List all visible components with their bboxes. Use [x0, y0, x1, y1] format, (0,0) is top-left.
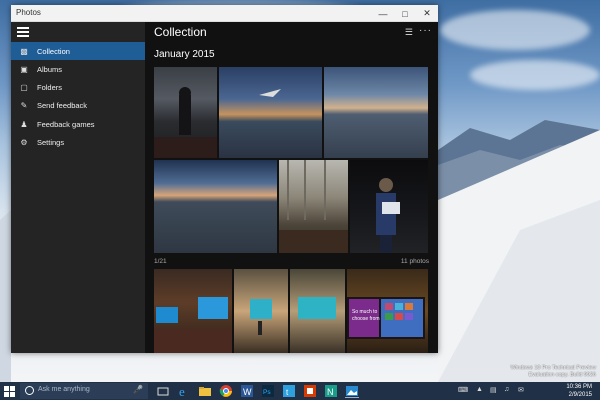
- notifications-icon[interactable]: ▲: [476, 386, 483, 393]
- maximize-button[interactable]: □: [394, 5, 416, 22]
- page-counter: 1/21: [154, 258, 167, 265]
- volume-icon[interactable]: ♫: [504, 386, 509, 393]
- nav-item-send-feedback[interactable]: ✎ Send feedback: [11, 96, 145, 114]
- office-icon[interactable]: [303, 384, 317, 398]
- window-title: Photos: [16, 8, 41, 17]
- clock-time: 10:36 PM: [566, 384, 592, 390]
- watermark-line: Evaluation copy. Build 9926: [528, 372, 596, 378]
- photo-count: 11 photos: [400, 258, 429, 265]
- folders-icon: ▢: [20, 82, 28, 92]
- select-icon[interactable]: ☰: [405, 27, 413, 38]
- nav-item-label: Feedback games: [37, 119, 95, 129]
- start-button[interactable]: [0, 382, 18, 400]
- photo-thumbnail[interactable]: [350, 160, 428, 253]
- cortana-icon: [25, 386, 34, 395]
- albums-icon: ▣: [20, 64, 28, 74]
- build-watermark: Windows 10 Pro Technical Preview Evaluat…: [511, 365, 597, 379]
- svg-text:e: e: [179, 384, 185, 398]
- nav-item-label: Albums: [37, 64, 63, 74]
- main-pane: Collection ☰ ··· January 2015 1/21 11 ph…: [145, 22, 438, 353]
- search-placeholder: Ask me anything: [38, 386, 90, 393]
- windows-logo-icon: [3, 385, 15, 397]
- photoshop-icon[interactable]: Ps: [261, 384, 275, 398]
- nav-item-folders[interactable]: ▢ Folders: [11, 78, 145, 96]
- nav-item-label: Settings: [37, 137, 65, 147]
- photos-app-icon[interactable]: [345, 384, 359, 398]
- nav-item-settings[interactable]: ⚙ Settings: [11, 133, 145, 151]
- page-title: Collection: [154, 25, 207, 39]
- nav-item-label: Folders: [37, 82, 63, 92]
- more-options-icon[interactable]: ···: [419, 25, 432, 36]
- photo-thumbnail[interactable]: [324, 67, 428, 158]
- photos-window: Photos — □ ✕ ▩ Collection ▣ Albums ▢ Fol…: [11, 5, 438, 353]
- title-bar[interactable]: Photos — □ ✕: [11, 5, 438, 22]
- network-icon[interactable]: ▤: [490, 386, 497, 394]
- feedback-icon: ✎: [20, 100, 28, 110]
- close-button[interactable]: ✕: [416, 5, 438, 22]
- photo-thumbnail[interactable]: [219, 67, 322, 158]
- hamburger-menu-icon[interactable]: [17, 27, 29, 37]
- nav-item-albums[interactable]: ▣ Albums: [11, 60, 145, 78]
- system-clock[interactable]: 10:36 PM 2/9/2015: [566, 383, 592, 399]
- photo-thumbnail[interactable]: [154, 160, 277, 253]
- photo-thumbnail[interactable]: [279, 160, 348, 253]
- svg-text:W: W: [243, 387, 252, 397]
- svg-text:N: N: [327, 387, 334, 397]
- photo-thumbnail[interactable]: [234, 269, 288, 353]
- cortana-search-box[interactable]: Ask me anything 🎤: [20, 383, 148, 399]
- taskbar: Ask me anything 🎤 e W Ps t N ⌨ ▲ ▤ ♫ ✉ 1…: [0, 382, 600, 400]
- twitter-icon[interactable]: t: [282, 384, 296, 398]
- collection-icon: ▩: [20, 46, 28, 56]
- watermark-line: Windows 10 Pro Technical Preview: [510, 365, 597, 371]
- nav-pane: ▩ Collection ▣ Albums ▢ Folders ✎ Send f…: [11, 22, 145, 353]
- nav-item-collection[interactable]: ▩ Collection: [11, 42, 145, 60]
- clock-date: 2/9/2015: [568, 392, 592, 398]
- onenote-icon[interactable]: N: [324, 384, 338, 398]
- word-icon[interactable]: W: [240, 384, 254, 398]
- action-center-icon[interactable]: ✉: [518, 386, 524, 394]
- svg-text:choose from: choose from: [352, 316, 380, 322]
- chrome-icon[interactable]: [219, 384, 233, 398]
- internet-explorer-icon[interactable]: e: [177, 384, 191, 399]
- microphone-icon[interactable]: 🎤: [133, 385, 143, 394]
- svg-text:So much to: So much to: [352, 309, 378, 315]
- games-icon: ♟: [20, 119, 28, 129]
- photo-thumbnail[interactable]: [154, 269, 232, 353]
- nav-item-feedback-games[interactable]: ♟ Feedback games: [11, 115, 145, 133]
- task-view-icon[interactable]: [156, 384, 170, 398]
- gear-icon: ⚙: [20, 137, 28, 147]
- file-explorer-icon[interactable]: [198, 384, 212, 398]
- nav-item-label: Collection: [37, 46, 70, 56]
- keyboard-icon[interactable]: ⌨: [458, 386, 468, 394]
- photo-thumbnail[interactable]: [290, 269, 345, 353]
- month-header: January 2015: [154, 49, 215, 60]
- photo-thumbnail[interactable]: So much to choose from: [347, 269, 428, 353]
- minimize-button[interactable]: —: [372, 5, 394, 22]
- photo-thumbnail[interactable]: [154, 67, 217, 158]
- nav-item-label: Send feedback: [37, 100, 88, 110]
- svg-text:Ps: Ps: [263, 389, 271, 396]
